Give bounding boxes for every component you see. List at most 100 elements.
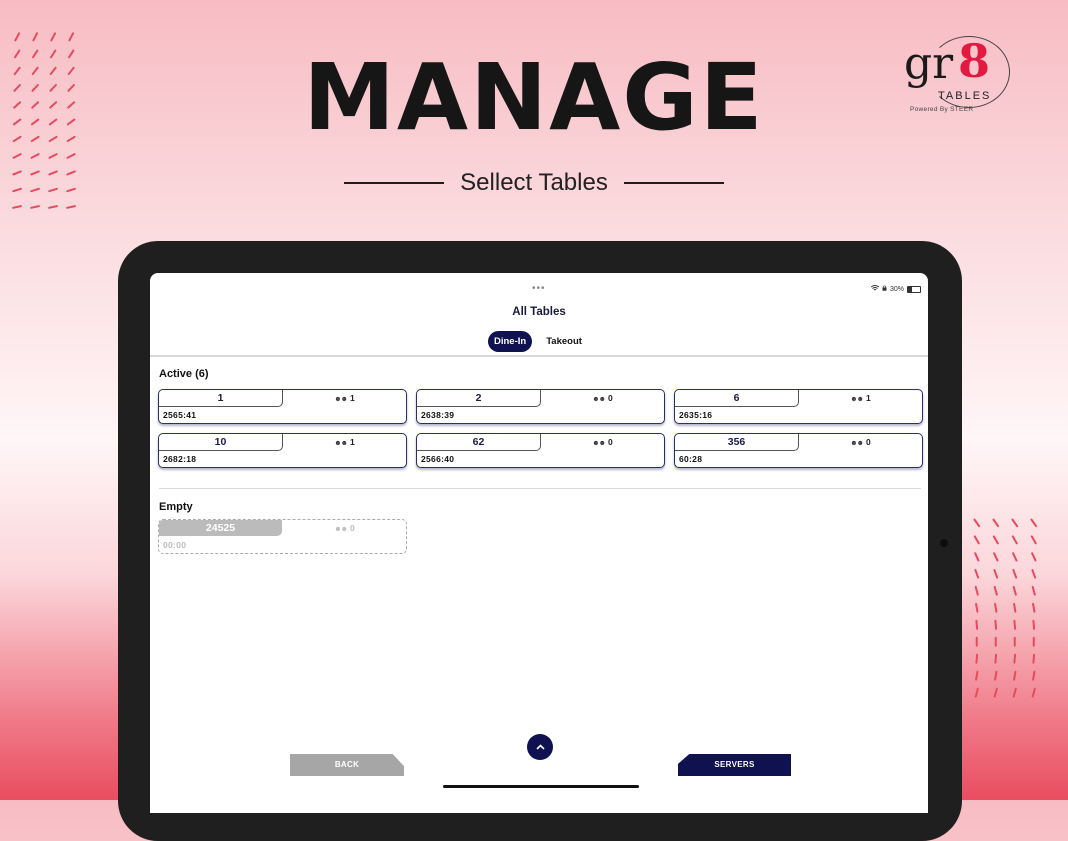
table-elapsed-time: 2635:16 <box>679 410 713 420</box>
hatch-mark <box>994 670 998 681</box>
tablet-camera <box>940 539 948 547</box>
table-number: 6 <box>675 390 799 407</box>
hatch-mark <box>974 585 980 596</box>
hatch-mark <box>975 619 979 630</box>
hatch-mark <box>993 687 999 698</box>
tab-dine-in[interactable]: Dine-In <box>488 331 533 352</box>
hatch-mark <box>31 31 39 42</box>
guest-count: ☻☻ 0 <box>541 434 664 450</box>
guest-count-value: 1 <box>350 437 355 447</box>
tab-takeout[interactable]: Takeout <box>540 331 588 352</box>
marketing-subheadline-row: Sellect Tables <box>0 168 1068 198</box>
logo-powered-by: Powered By STEER <box>910 106 974 113</box>
hatch-mark <box>974 568 980 579</box>
page-title: All Tables <box>512 306 566 318</box>
hatch-mark <box>1013 619 1017 630</box>
hatch-mark <box>1031 551 1037 562</box>
hatch-mark <box>30 152 40 159</box>
hatch-mark <box>974 551 980 562</box>
hatch-mark <box>975 602 979 613</box>
guests-icon: ☻☻ <box>850 440 864 447</box>
hatch-mark <box>1013 653 1017 664</box>
hatch-mark <box>1033 636 1035 647</box>
table-number: 24525 <box>159 520 282 536</box>
guest-count: ☻☻ 1 <box>283 434 406 450</box>
guests-icon: ☻☻ <box>334 396 348 403</box>
guests-icon: ☻☻ <box>592 396 606 403</box>
table-card[interactable]: 2 ☻☻ 0 2638:39 <box>416 389 665 424</box>
table-elapsed-time: 2566:40 <box>421 454 455 464</box>
divider-right <box>623 182 724 184</box>
hatch-mark <box>993 568 999 579</box>
guests-icon: ☻☻ <box>850 396 864 403</box>
hatch-mark <box>1013 602 1017 613</box>
empty-section-label: Empty <box>159 501 193 513</box>
hatch-mark <box>65 204 77 209</box>
guest-count: ☻☻ 0 <box>541 390 664 406</box>
hatch-mark <box>1031 687 1037 698</box>
hatch-mark <box>976 636 978 647</box>
hatch-mark <box>1031 585 1037 596</box>
guest-count-value: 1 <box>866 393 871 403</box>
hatch-mark <box>1012 585 1018 596</box>
hatch-mark <box>1013 670 1017 681</box>
table-card[interactable]: 356 ☻☻ 0 60:28 <box>674 433 923 468</box>
table-card[interactable]: 1 ☻☻ 1 2565:41 <box>158 389 407 424</box>
table-elapsed-time: 60:28 <box>679 454 703 464</box>
lock-icon <box>882 285 887 293</box>
hatch-mark <box>973 535 981 545</box>
table-card[interactable]: 62 ☻☻ 0 2566:40 <box>416 433 665 468</box>
guest-count-value: 0 <box>350 523 355 533</box>
app-screen: ••• 30% All Tables Dine-In Takeout Activ… <box>150 273 928 813</box>
hatch-mark <box>13 31 21 42</box>
multitask-dots-icon[interactable]: ••• <box>532 284 546 294</box>
scroll-up-button[interactable] <box>527 734 553 760</box>
battery-percentage: 30% <box>889 285 904 293</box>
hatch-mark <box>1032 670 1036 681</box>
hatch-mark <box>47 204 59 209</box>
hatch-mark <box>995 636 997 647</box>
hatch-mark <box>1011 535 1019 545</box>
table-elapsed-time: 00:00 <box>163 540 187 550</box>
back-button[interactable]: BACK <box>290 754 404 776</box>
hatch-mark <box>11 204 23 209</box>
hatch-mark <box>1031 568 1037 579</box>
guest-count-value: 0 <box>608 437 613 447</box>
logo-mark-gr: gr <box>904 38 954 89</box>
status-bar: 30% <box>870 285 921 293</box>
hatch-mark <box>1012 687 1018 698</box>
hatch-mark <box>975 670 979 681</box>
empty-table-card[interactable]: 24525 ☻☻ 0 00:00 <box>158 519 407 554</box>
guest-count-value: 0 <box>608 393 613 403</box>
hatch-mark <box>973 518 981 528</box>
brand-logo: gr 8 TABLES Powered By STEER <box>898 34 1018 120</box>
hatch-mark <box>992 518 1000 528</box>
table-number: 1 <box>159 390 283 407</box>
active-section-label: Active (6) <box>159 368 209 380</box>
table-elapsed-time: 2682:18 <box>163 454 197 464</box>
hatch-mark <box>993 585 999 596</box>
hatch-mark <box>1032 653 1036 664</box>
hatch-mark <box>994 602 998 613</box>
chevron-up-icon <box>535 741 545 753</box>
table-card[interactable]: 10 ☻☻ 1 2682:18 <box>158 433 407 468</box>
hatch-mark <box>974 687 980 698</box>
hatch-mark <box>994 619 998 630</box>
guest-count-value: 0 <box>866 437 871 447</box>
hatch-mark <box>1032 602 1036 613</box>
table-card[interactable]: 6 ☻☻ 1 2635:16 <box>674 389 923 424</box>
hatch-mark <box>975 653 979 664</box>
home-indicator <box>443 785 639 788</box>
divider-left <box>344 182 445 184</box>
guest-count-value: 1 <box>350 393 355 403</box>
servers-button[interactable]: SERVERS <box>678 754 791 776</box>
hatch-mark <box>994 653 998 664</box>
decorative-hatch-right <box>972 518 1047 712</box>
hatch-mark <box>1030 518 1038 528</box>
hatch-mark <box>49 31 57 42</box>
logo-mark-8: 8 <box>958 34 991 88</box>
hatch-mark <box>1014 636 1016 647</box>
table-number: 62 <box>417 434 541 451</box>
table-number: 356 <box>675 434 799 451</box>
hatch-mark <box>66 152 76 159</box>
